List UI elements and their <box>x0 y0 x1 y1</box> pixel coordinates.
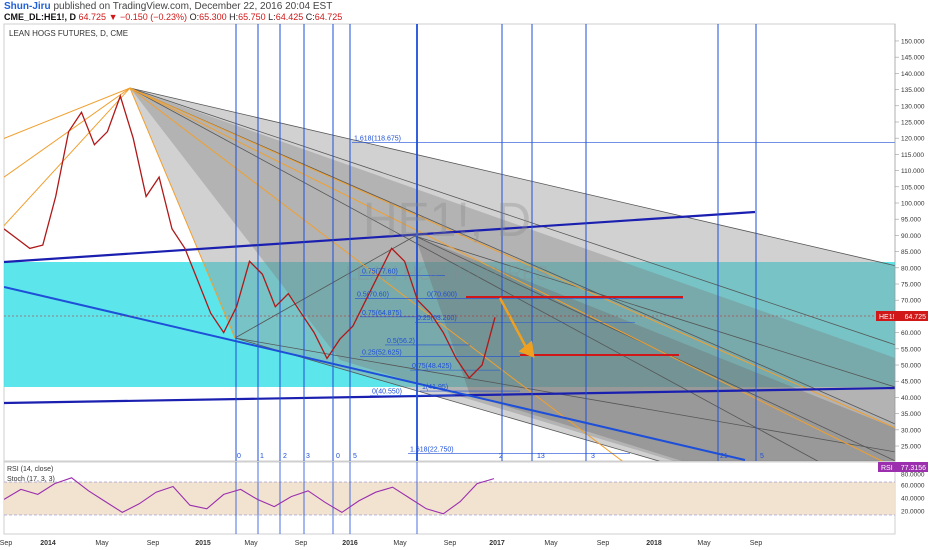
price-axis-tick-label: 40.000 <box>901 395 921 402</box>
stoch-label: Stoch (17, 3, 3) <box>7 476 55 483</box>
price-axis-tick-label: 70.000 <box>901 298 921 305</box>
chart-canvas[interactable]: HE1!, D LEAN HOG FUTURES 1.618(118.675)0… <box>0 0 932 550</box>
fib-time-label: 21 <box>720 453 728 460</box>
fib-time-label: 1 <box>260 453 264 460</box>
fib-level-label: 0.25(63.200) <box>417 315 457 322</box>
price-axis-tick-label: 55.000 <box>901 346 921 353</box>
price-axis-tick-label: 95.000 <box>901 217 921 224</box>
time-axis-label: Sep <box>750 540 763 547</box>
fib-time-label: 13 <box>537 453 545 460</box>
rsi-axis-tick-label: 20.0000 <box>901 509 925 516</box>
time-axis-label: Sep <box>295 540 308 547</box>
time-axis-label: 2016 <box>342 540 358 547</box>
price-axis-tick-label: 60.000 <box>901 330 921 337</box>
fib-level-label: 0.25(52.625) <box>362 350 402 357</box>
time-axis-label: Sep <box>147 540 160 547</box>
time-axis[interactable]: Sep 2014 May Sep 2015 May Sep 2016 May Sep 2017 May… <box>0 540 762 547</box>
fib-level-label: 1.618(22.750) <box>410 446 454 453</box>
price-axis-tick-label: 75.000 <box>901 282 921 289</box>
fib-level-label: 0.75(77.60) <box>362 269 398 276</box>
fib-level-label: 0.5(56.2) <box>387 338 415 345</box>
price-axis-tick-label: 35.000 <box>901 411 921 418</box>
price-axis-tick-label: 125.000 <box>901 119 925 126</box>
price-axis-tick-label: 30.000 <box>901 427 921 434</box>
time-axis-label: May <box>244 540 258 547</box>
rsi-tag: RSI 77.3156 <box>878 462 928 472</box>
price-axis-tick-label: 80.000 <box>901 265 921 272</box>
rsi-axis-tick-label: 80.0000 <box>901 472 925 479</box>
price-axis-tick-label: 90.000 <box>901 233 921 240</box>
price-axis-tick-label: 45.000 <box>901 379 921 386</box>
fib-level-label: 0.75(64.875) <box>362 310 402 317</box>
rsi-axis[interactable]: 80.0000 60.0000 40.0000 20.0000 <box>901 472 925 516</box>
price-axis-tick-label: 100.000 <box>901 200 925 207</box>
time-axis-label: Sep <box>444 540 457 547</box>
price-tag-value: 64.725 <box>905 314 927 321</box>
fib-time-label: 3 <box>591 453 595 460</box>
time-axis-label: May <box>393 540 407 547</box>
price-axis-tick-label: 150.000 <box>901 38 925 45</box>
chart-title: LEAN HOGS FUTURES, D, CME <box>9 29 128 38</box>
price-axis-tick-label: 130.000 <box>901 103 925 110</box>
price-axis-tick-label: 110.000 <box>901 168 924 175</box>
fib-level-label: 0(40.550) <box>372 389 402 396</box>
time-axis-label: May <box>95 540 109 547</box>
rsi-tag-value: 77.3156 <box>901 465 926 472</box>
fib-level-label: 1(41.95) <box>422 384 448 391</box>
time-axis-label: 2018 <box>646 540 662 547</box>
fib-level-label: 0.75(48.425) <box>412 363 452 370</box>
price-axis-tick-label: 50.000 <box>901 363 921 370</box>
price-axis-tick-label: 115.000 <box>901 152 924 159</box>
fib-level-label: 1.618(118.675) <box>354 135 401 142</box>
price-axis-tick-label: 120.000 <box>901 136 925 143</box>
price-axis-tick-label: 145.000 <box>901 55 925 62</box>
fib-time-label: 2 <box>499 453 503 460</box>
rsi-label: RSI (14, close) <box>7 466 53 473</box>
fib-time-label: 2 <box>283 453 287 460</box>
rsi-axis-tick-label: 40.0000 <box>901 496 925 503</box>
time-axis-label: May <box>697 540 711 547</box>
fib-time-label: 0 <box>336 453 340 460</box>
fib-time-label: 3 <box>306 453 310 460</box>
fib-time-label: 5 <box>353 453 357 460</box>
symbol-watermark: HE1!, D <box>363 194 531 247</box>
price-axis-tick-label: 105.000 <box>901 184 925 191</box>
price-axis-tick-label: 85.000 <box>901 249 921 256</box>
price-axis-tick-label: 140.000 <box>901 71 925 78</box>
time-axis-label: 2015 <box>195 540 211 547</box>
price-tag: HE1! 64.725 <box>876 311 928 321</box>
time-axis-label: 2017 <box>489 540 505 547</box>
rsi-axis-tick-label: 60.0000 <box>901 483 925 490</box>
time-axis-label: Sep <box>597 540 610 547</box>
price-axis-tick-label: 25.000 <box>901 444 921 451</box>
price-axis-tick-label: 135.000 <box>901 87 925 94</box>
time-axis-label: Sep <box>0 540 12 547</box>
fib-time-label: 0 <box>237 453 241 460</box>
rsi-tag-symbol: RSI <box>881 465 893 472</box>
rsi-band <box>4 482 895 515</box>
fib-level-label: 0(70.600) <box>427 291 457 298</box>
price-axis[interactable]: 150.000 145.000 140.000 135.000 130.000 125.0… <box>894 24 925 461</box>
time-axis-label: May <box>544 540 558 547</box>
fib-time-label: 5 <box>760 453 764 460</box>
price-tag-symbol: HE1! <box>879 314 895 321</box>
time-axis-label: 2014 <box>40 540 56 547</box>
fib-level-label: 0.5(70.60) <box>357 291 389 298</box>
